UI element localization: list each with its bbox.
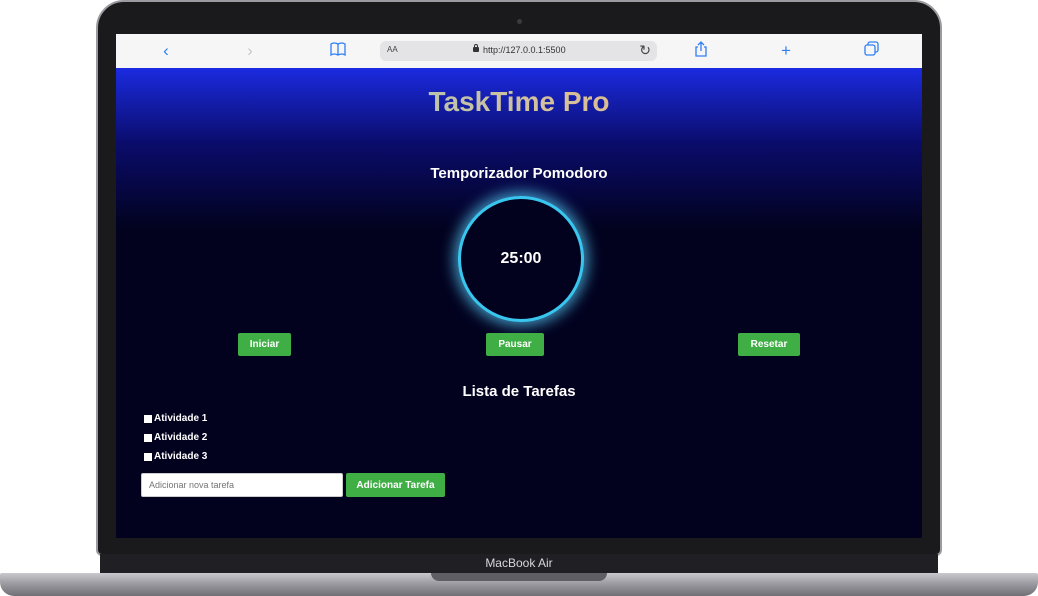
task-label: Atividade 1: [154, 413, 208, 424]
laptop-notch: [431, 573, 607, 581]
app-page: TaskTime Pro Temporizador Pomodoro 25:00…: [116, 68, 922, 538]
device-label: MacBook Air: [485, 556, 553, 570]
task-checkbox[interactable]: [144, 452, 152, 461]
task-item[interactable]: Atividade 3: [144, 451, 207, 462]
timer-title: Temporizador Pomodoro: [430, 165, 608, 182]
address-bar[interactable]: AA http://127.0.0.1:5500 ↻: [380, 41, 657, 61]
app-logo: TaskTime Pro: [116, 86, 922, 118]
camera-icon: [517, 19, 522, 24]
chevron-left-icon[interactable]: ‹: [156, 41, 176, 61]
lock-icon: [473, 44, 479, 52]
timer-value: 25:00: [500, 250, 542, 267]
chevron-right-icon[interactable]: ›: [240, 41, 260, 61]
task-checkbox[interactable]: [144, 414, 152, 423]
task-list-title: Lista de Tarefas: [462, 383, 576, 400]
text-size-button[interactable]: AA: [387, 45, 398, 54]
browser-toolbar: ‹ › AA http://127.0.0.1:5500 ↻ +: [116, 34, 922, 69]
task-checkbox[interactable]: [144, 433, 152, 442]
url-text: http://127.0.0.1:5500: [483, 45, 566, 55]
browser-window: ‹ › AA http://127.0.0.1:5500 ↻ + TaskTim…: [116, 34, 922, 538]
task-item[interactable]: Atividade 1: [144, 413, 207, 424]
task-item[interactable]: Atividade 2: [144, 432, 207, 443]
timer-display: 25:00: [458, 196, 584, 322]
new-task-input[interactable]: [141, 473, 343, 497]
plus-icon[interactable]: +: [776, 41, 796, 61]
book-icon[interactable]: [328, 41, 348, 61]
reset-button[interactable]: Resetar: [738, 333, 800, 356]
start-button[interactable]: Iniciar: [238, 333, 291, 356]
pause-button[interactable]: Pausar: [486, 333, 544, 356]
add-task-button[interactable]: Adicionar Tarefa: [346, 473, 445, 497]
reload-icon[interactable]: ↻: [639, 42, 651, 59]
task-label: Atividade 3: [154, 451, 208, 462]
tabs-icon[interactable]: [862, 41, 882, 61]
task-label: Atividade 2: [154, 432, 208, 443]
share-icon[interactable]: [691, 41, 711, 61]
